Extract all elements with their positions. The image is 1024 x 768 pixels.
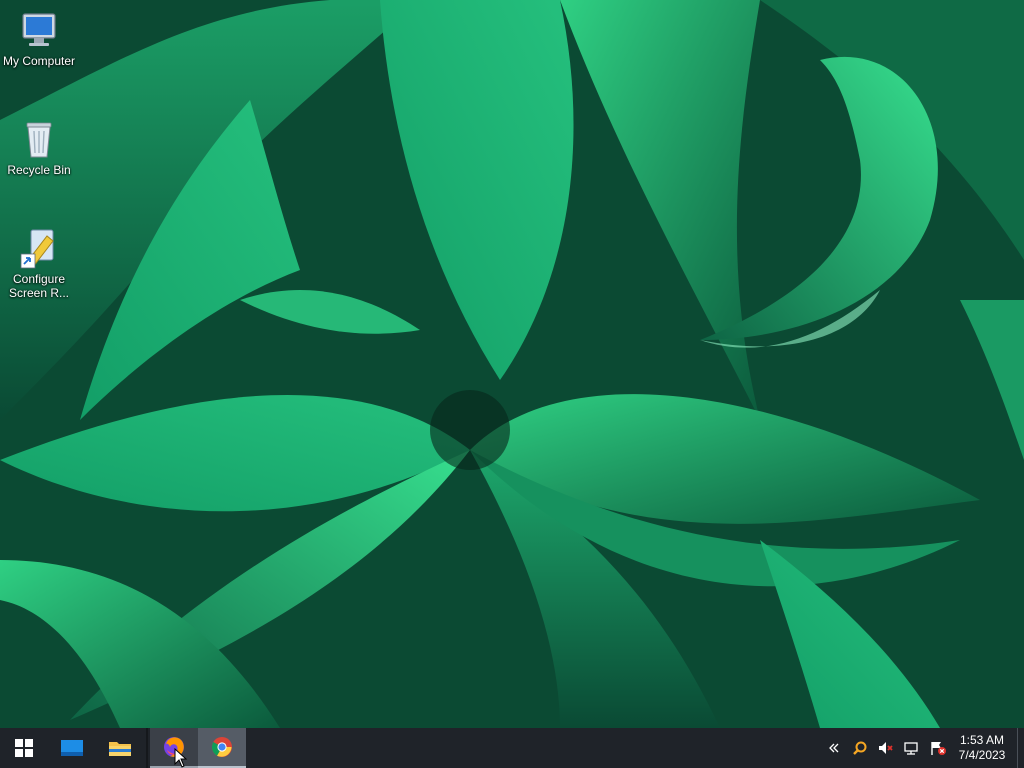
chevron-left-icon: [829, 743, 839, 753]
taskbar-chrome-button[interactable]: [198, 728, 246, 768]
shortcut-ruler-icon: [20, 229, 54, 269]
show-hidden-icons-button[interactable]: [821, 728, 847, 768]
desktop-icon-configure-screen[interactable]: Configure Screen R...: [0, 226, 78, 300]
show-desktop-button[interactable]: [1017, 728, 1024, 768]
wallpaper-leaves: [0, 0, 1024, 728]
system-tray: 1:53 AM 7/4/2023: [821, 728, 1024, 768]
blue-window-icon: [61, 740, 83, 756]
taskbar-separator: [146, 728, 148, 768]
tray-action-center-button[interactable]: [925, 728, 951, 768]
taskbar: 1:53 AM 7/4/2023: [0, 728, 1024, 768]
recycle-bin-label: Recycle Bin: [7, 163, 71, 177]
tray-search-button[interactable]: [847, 728, 873, 768]
taskbar-desktop-app-button[interactable]: [48, 728, 96, 768]
flag-error-icon: [931, 742, 946, 755]
mouse-cursor-icon: [174, 748, 188, 768]
desktop-icon-my-computer[interactable]: My Computer: [0, 8, 78, 68]
desktop[interactable]: My Computer Recycle Bin Configure Screen…: [0, 0, 1024, 768]
computer-icon: [22, 13, 56, 46]
windows-logo-icon: [15, 739, 33, 757]
tray-volume-button[interactable]: [873, 728, 899, 768]
desktop-icon-recycle-bin[interactable]: Recycle Bin: [0, 117, 78, 177]
recycle-bin-icon: [26, 122, 52, 158]
volume-muted-icon: [879, 742, 893, 754]
start-button[interactable]: [0, 728, 48, 768]
folder-icon: [109, 742, 131, 756]
clock-time: 1:53 AM: [959, 733, 1005, 747]
network-disconnected-icon: [904, 742, 918, 755]
configure-screen-label: Configure Screen R...: [8, 272, 70, 300]
tray-network-button[interactable]: [899, 728, 925, 768]
search-icon: [853, 741, 867, 755]
my-computer-label: My Computer: [2, 54, 76, 68]
taskbar-clock[interactable]: 1:53 AM 7/4/2023: [951, 733, 1013, 763]
chrome-icon: [211, 737, 232, 757]
clock-date: 7/4/2023: [958, 748, 1006, 762]
taskbar-file-explorer-button[interactable]: [96, 728, 144, 768]
